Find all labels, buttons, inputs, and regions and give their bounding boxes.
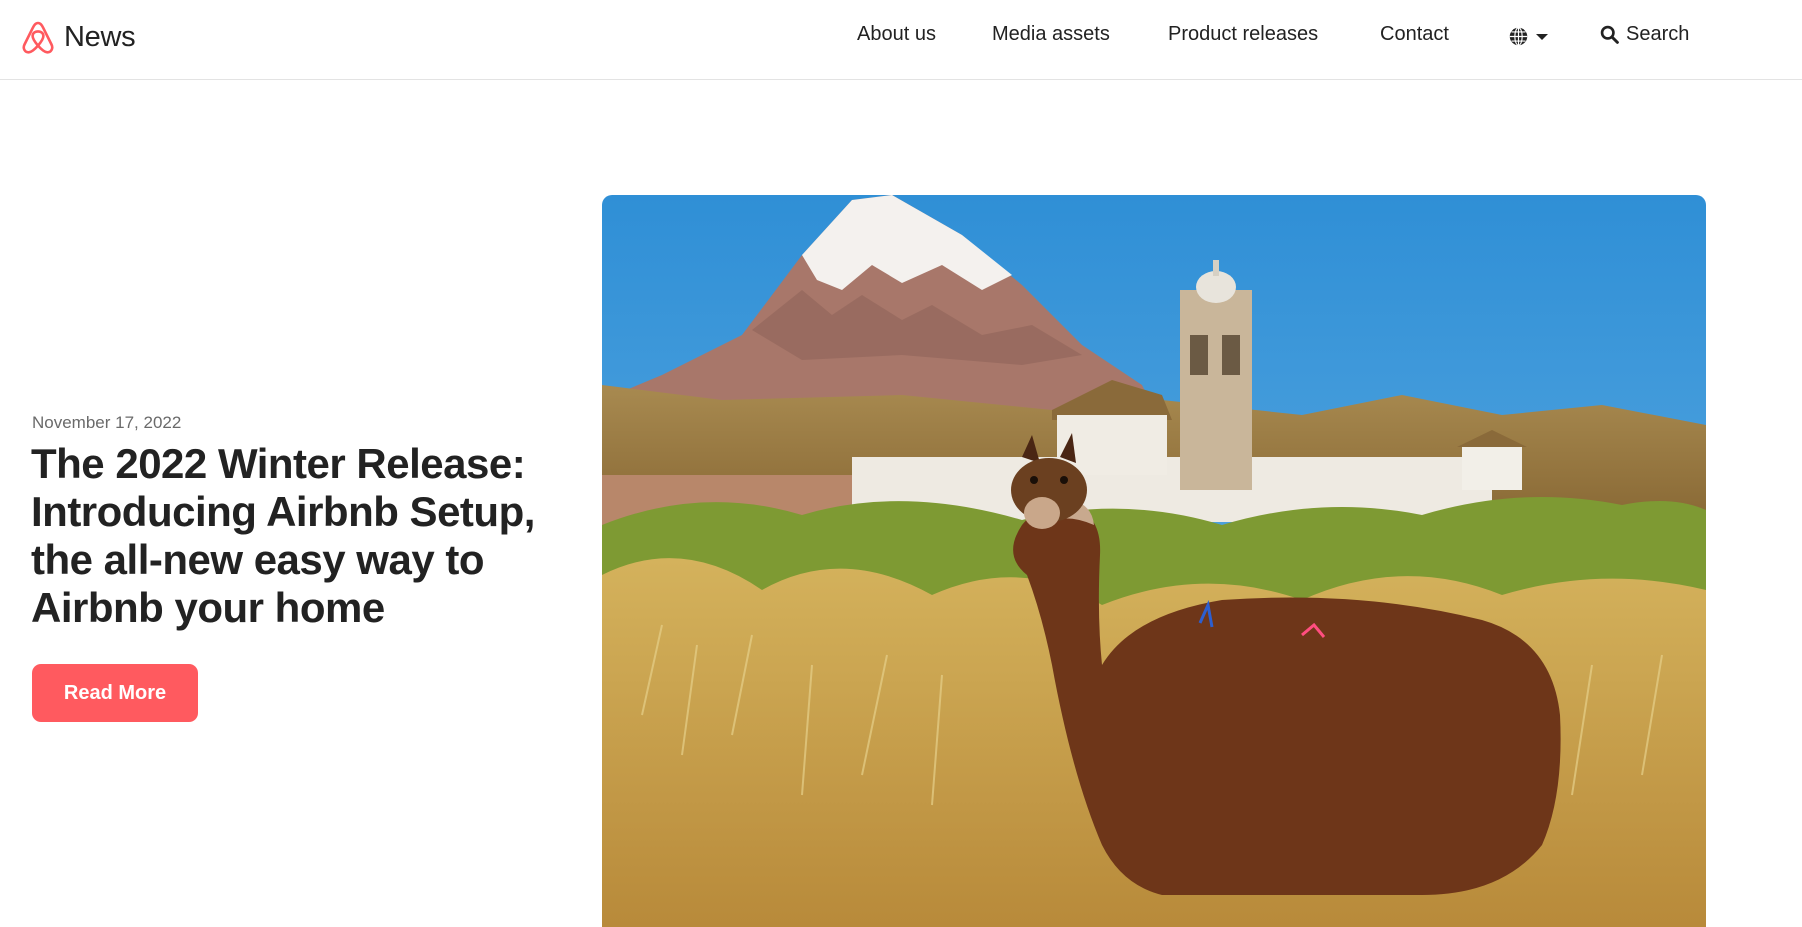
article-title[interactable]: The 2022 Winter Release: Introducing Air… [31, 440, 551, 632]
search-link[interactable]: Search [1599, 23, 1689, 46]
search-icon [1599, 24, 1620, 45]
chevron-down-icon [1536, 33, 1548, 40]
publish-date: November 17, 2022 [32, 413, 182, 432]
nav-contact[interactable]: Contact [1380, 23, 1449, 46]
read-more-button[interactable]: Read More [32, 664, 198, 722]
brand-name: News [64, 20, 136, 53]
globe-icon [1508, 26, 1529, 47]
site-header: News About us Media assets Product relea… [0, 0, 1802, 80]
nav-about-us[interactable]: About us [857, 23, 936, 46]
language-selector[interactable] [1508, 26, 1548, 47]
hero-photo[interactable] [602, 195, 1706, 927]
nav-product-releases[interactable]: Product releases [1168, 23, 1318, 46]
airbnb-belo-icon [18, 17, 58, 57]
logo-link[interactable]: News [18, 17, 136, 57]
nav-media-assets[interactable]: Media assets [992, 23, 1110, 46]
search-label: Search [1626, 23, 1690, 45]
